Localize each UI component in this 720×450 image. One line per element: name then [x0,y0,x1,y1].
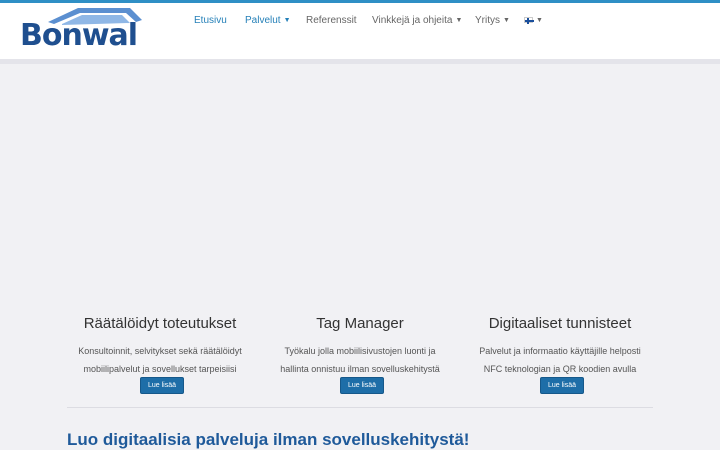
nav-item-label: Palvelut [245,15,281,26]
feature-title: Digitaaliset tunnisteet [488,315,632,332]
read-more-button[interactable]: Lue lisää [540,377,585,394]
feature-tag-manager: Tag Manager Työkalu jolla mobiilisivusto… [260,314,460,378]
nav-item-palvelut[interactable]: Palvelut ▼ [245,14,291,29]
bonwal-logo[interactable]: Bonwal [18,4,146,54]
caret-down-icon: ▼ [455,17,463,24]
feature-title: Räätälöidyt toteutukset [83,315,237,332]
navbar-shadow [0,59,720,64]
caret-down-icon: ▼ [283,17,291,24]
logo-text: Bonwal [20,18,138,53]
feature-description-line: Työkalu jolla mobiilisivustojen luonti j… [284,346,436,356]
nav-item-referenssit[interactable]: Referenssit [306,14,357,28]
nav-item-etusivu[interactable]: Etusivu [194,14,227,28]
nav-item-label: Vinkkejä ja ohjeita [372,15,453,26]
feature-description: Konsultoinnit, selvitykset sekä räätälöi… [60,342,260,378]
caret-down-icon: ▼ [536,17,543,24]
section-divider [67,407,653,408]
feature-description-line: Konsultoinnit, selvitykset sekä räätälöi… [78,346,242,356]
feature-description: Palvelut ja informaatio käyttäjille help… [460,342,660,378]
feature-description: Työkalu jolla mobiilisivustojen luonti j… [260,342,460,378]
read-more-button[interactable]: Lue lisää [340,377,385,394]
nav-item-label: Referenssit [306,15,357,26]
nav-item-label: Yritys [475,15,500,26]
feature-description-line: Palvelut ja informaatio käyttäjille help… [479,346,641,356]
finnish-flag-icon [524,17,534,25]
feature-description-line: hallinta onnistuu ilman sovelluskehityst… [280,364,440,374]
nav-item-vinkkeja[interactable]: Vinkkejä ja ohjeita ▼ [372,14,462,29]
nav-item-yritys[interactable]: Yritys ▼ [475,14,510,29]
feature-description-line: NFC teknologian ja QR koodien avulla [483,364,637,374]
section-headline: Luo digitaalisia palveluja ilman sovellu… [67,430,470,449]
feature-digitaaliset: Digitaaliset tunnisteet Palvelut ja info… [460,314,660,378]
feature-raatalöidyt: Räätälöidyt toteutukset Konsultoinnit, s… [60,314,260,378]
nav-item-language[interactable]: ▼ [524,14,543,29]
read-more-button[interactable]: Lue lisää [140,377,185,394]
feature-title: Tag Manager [316,315,404,332]
caret-down-icon: ▼ [503,17,510,24]
feature-description-line: mobiilipalvelut ja sovellukset tarpeisii… [83,364,237,374]
nav-item-label: Etusivu [194,15,227,26]
